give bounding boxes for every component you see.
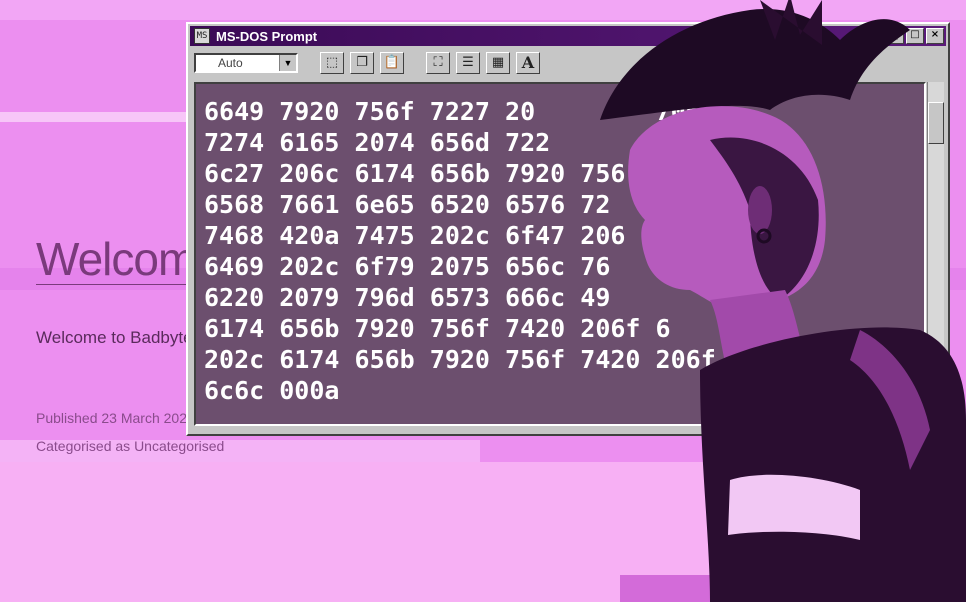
properties-icon: ☰ xyxy=(462,55,474,70)
category-meta: Categorised as Uncategorised xyxy=(36,438,224,454)
font-size-value: Auto xyxy=(218,56,243,70)
published-label: Published xyxy=(36,410,98,426)
font-size-select[interactable]: Auto ▼ xyxy=(194,53,298,73)
category-link[interactable]: Uncategorised xyxy=(134,438,224,454)
background-button[interactable]: ▦ xyxy=(486,52,510,74)
chevron-down-icon[interactable]: ▼ xyxy=(279,55,296,71)
properties-button[interactable]: ☰ xyxy=(456,52,480,74)
punk-portrait-image xyxy=(600,0,966,602)
copy-button[interactable]: ❐ xyxy=(350,52,374,74)
copy-icon: ❐ xyxy=(356,55,368,70)
mark-icon: ⬚ xyxy=(325,55,339,70)
window-title: MS-DOS Prompt xyxy=(216,28,318,44)
paste-button[interactable]: 📋 xyxy=(380,52,404,74)
glitch-band xyxy=(0,112,200,122)
categorised-label: Categorised as xyxy=(36,438,131,454)
fullscreen-icon: ⛶ xyxy=(433,55,443,70)
fullscreen-button[interactable]: ⛶ xyxy=(426,52,450,74)
mark-button[interactable]: ⬚ xyxy=(320,52,344,74)
font-button[interactable]: A xyxy=(516,52,540,74)
paste-icon: 📋 xyxy=(383,55,401,70)
background-icon: ▦ xyxy=(491,55,505,70)
published-meta: Published 23 March 2021 xyxy=(36,410,195,426)
msdos-icon: MS xyxy=(194,28,210,44)
published-date-link[interactable]: 23 March 2021 xyxy=(101,410,194,426)
